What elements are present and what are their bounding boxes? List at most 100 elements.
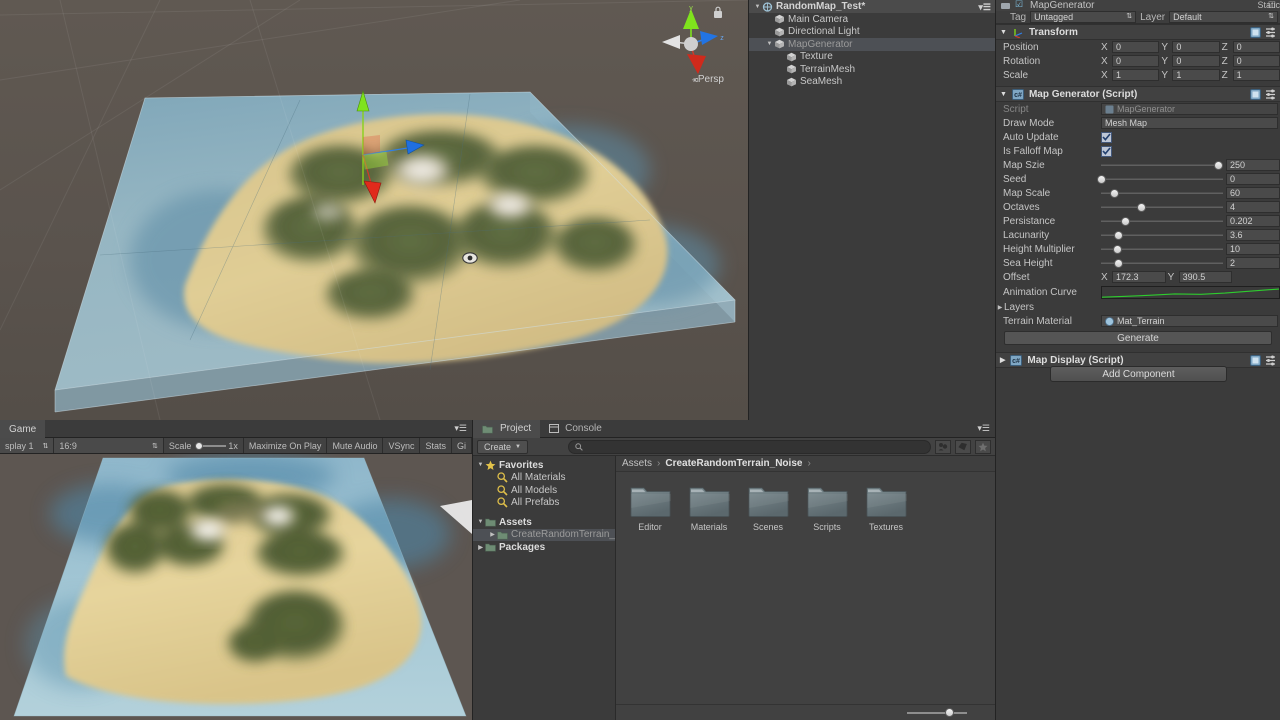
folder-grid[interactable]: Editor Materials Scenes Scripts Textures (616, 472, 995, 532)
maximize-on-play-button[interactable]: Maximize On Play (243, 438, 328, 453)
gizmos-button[interactable]: Gi (452, 438, 472, 453)
transform-component-header[interactable]: ▼ Transform (996, 24, 1280, 40)
chevron-right-icon[interactable]: ▶ (996, 304, 1004, 311)
transform-rotation-row[interactable]: Rotation X 0 Y 0 Z 0 (996, 54, 1280, 68)
lacunarity-slider[interactable] (1101, 229, 1223, 241)
hierarchy-menu-icon[interactable]: ▾☰ (978, 2, 991, 13)
chevron-right-icon[interactable]: ▶ (488, 531, 497, 538)
is-falloff-checkbox[interactable] (1101, 145, 1112, 157)
slider-handle[interactable] (1110, 188, 1120, 198)
offset-x-field[interactable]: 172.3 (1112, 271, 1166, 283)
project-tree-item-assets[interactable]: ▼ Assets (473, 516, 615, 529)
transform-position-z-field[interactable]: 0 (1232, 41, 1280, 53)
game-render-surface[interactable] (0, 454, 472, 720)
transform-position-row[interactable]: Position X 0 Y 0 Z 0 (996, 40, 1280, 54)
slider-handle[interactable] (1214, 160, 1224, 170)
chevron-down-icon[interactable]: ▼ (753, 4, 762, 10)
chevron-right-icon[interactable]: ▶ (476, 544, 485, 551)
generate-button[interactable]: Generate (1004, 331, 1272, 345)
is-falloff-row[interactable]: Is Falloff Map (996, 144, 1280, 158)
game-toolbar[interactable]: splay 1 ⇅ 16:9 ⇅ Scale 1x Maximize On Pl… (0, 438, 472, 454)
transform-scale-x-field[interactable]: 1 (1112, 69, 1160, 81)
hierarchy-item-texture[interactable]: Texture (749, 51, 995, 64)
persistance-slider[interactable] (1101, 215, 1223, 227)
preset-icon[interactable] (1250, 88, 1261, 100)
stats-button[interactable]: Stats (420, 438, 452, 453)
lacunarity-row[interactable]: Lacunarity 3.6 (996, 228, 1280, 242)
draw-mode-dropdown[interactable]: Mesh Map (1101, 117, 1278, 129)
folder-item-textures[interactable]: Textures (866, 484, 907, 532)
height-multiplier-value-field[interactable]: 10 (1226, 243, 1280, 255)
octaves-row[interactable]: Octaves 4 (996, 200, 1280, 214)
folder-item-editor[interactable]: Editor (630, 484, 671, 532)
transform-rotation-y-field[interactable]: 0 (1172, 55, 1220, 67)
layers-row[interactable]: ▶ Layers (996, 300, 1280, 314)
transform-rotation-z-field[interactable]: 0 (1232, 55, 1280, 67)
lock-icon[interactable] (712, 6, 724, 19)
folder-item-scenes[interactable]: Scenes (748, 484, 789, 532)
map-scale-slider[interactable] (1101, 187, 1223, 199)
hierarchy-item-directional-light[interactable]: Directional Light (749, 26, 995, 39)
thumbnail-zoom-slider[interactable] (907, 707, 967, 718)
hierarchy-panel[interactable]: ▼ RandomMap_Test* ▾☰ Main Camera Directio… (748, 0, 995, 420)
slider-handle[interactable] (1112, 244, 1122, 254)
chevron-down-icon[interactable]: ▼ (1000, 91, 1007, 98)
display-dropdown[interactable]: splay 1 ⇅ (0, 438, 55, 453)
game-tab-menu-icon[interactable]: ▾☰ (454, 423, 467, 434)
hierarchy-list[interactable]: Main Camera Directional Light ▼ MapGenerato… (749, 13, 995, 420)
lacunarity-value-field[interactable]: 3.6 (1226, 229, 1280, 241)
project-toolbar[interactable]: Create ▼ (473, 438, 995, 456)
label-filter-icon[interactable] (955, 439, 971, 454)
folder-item-scripts[interactable]: Scripts (807, 484, 848, 532)
project-tab-menu-icon[interactable]: ▾☰ (977, 423, 990, 434)
slider-handle[interactable] (1114, 258, 1124, 268)
breadcrumb-item[interactable]: Assets (622, 458, 652, 469)
folder-item-materials[interactable]: Materials (689, 484, 730, 532)
scale-slider-group[interactable]: Scale 1x (163, 438, 244, 453)
mute-audio-button[interactable]: Mute Audio (327, 438, 384, 453)
terrain-material-field[interactable]: Mat_Terrain (1101, 315, 1278, 327)
eye-icon[interactable] (462, 251, 478, 265)
map-generator-component-header[interactable]: ▼ c# Map Generator (Script) (996, 86, 1280, 102)
type-filter-icon[interactable] (935, 439, 951, 454)
preset-icon[interactable] (1250, 26, 1261, 38)
offset-y-field[interactable]: 390.5 (1178, 271, 1233, 283)
auto-update-row[interactable]: Auto Update (996, 130, 1280, 144)
add-component-button[interactable]: Add Component (1050, 366, 1227, 382)
seed-value-field[interactable]: 0 (1226, 173, 1280, 185)
octaves-value-field[interactable]: 4 (1226, 201, 1280, 213)
draw-mode-row[interactable]: Draw Mode Mesh Map (996, 116, 1280, 130)
transform-gizmo[interactable] (348, 85, 438, 205)
project-content[interactable]: Assets › CreateRandomTerrain_Noise › Editor… (616, 456, 995, 720)
inspector-panel[interactable]: ☑ MapGenerator ☐ Static Tag Untagged ⇅ L… (995, 0, 1280, 720)
chevron-down-icon[interactable]: ▼ (765, 41, 774, 47)
search-input[interactable] (567, 439, 931, 454)
persistance-value-field[interactable]: 0.202 (1226, 215, 1280, 227)
octaves-slider[interactable] (1101, 201, 1223, 213)
hierarchy-item-seamesh[interactable]: SeaMesh (749, 76, 995, 89)
settings-icon[interactable] (1265, 89, 1276, 100)
transform-position-x-field[interactable]: 0 (1112, 41, 1160, 53)
map-generator-sliders[interactable]: Map Szie 250 Seed 0 Map Scale 60 Octaves 4 Persi… (996, 158, 1280, 270)
slider-handle[interactable] (1121, 216, 1131, 226)
project-tree-item-all-prefabs[interactable]: All Prefabs (473, 497, 615, 510)
sea-height-slider[interactable] (1101, 257, 1223, 269)
transform-rows[interactable]: Position X 0 Y 0 Z 0 Rotation X 0 Y 0 Z 0 Scale X 1 Y 1 Z 1 (996, 40, 1280, 82)
sea-height-row[interactable]: Sea Height 2 (996, 256, 1280, 270)
slider-handle[interactable] (1137, 202, 1147, 212)
hierarchy-scene-row[interactable]: ▼ RandomMap_Test* ▾☰ (749, 0, 995, 13)
preset-icon[interactable] (1250, 354, 1261, 366)
game-view[interactable]: Game ▾☰ splay 1 ⇅ 16:9 ⇅ Scale 1x Maximi… (0, 420, 472, 720)
layer-dropdown[interactable]: Default ⇅ (1169, 11, 1278, 23)
tag-layer-row[interactable]: Tag Untagged ⇅ Layer Default ⇅ (996, 11, 1280, 24)
map-scale-value-field[interactable]: 60 (1226, 187, 1280, 199)
scene-view[interactable]: y z x ◅Persp (0, 0, 748, 420)
transform-scale-y-field[interactable]: 1 (1172, 69, 1220, 81)
hierarchy-item-main-camera[interactable]: Main Camera (749, 13, 995, 26)
height-multiplier-slider[interactable] (1101, 243, 1223, 255)
scene-projection-label[interactable]: ◅Persp (692, 74, 724, 85)
transform-rotation-x-field[interactable]: 0 (1112, 55, 1160, 67)
vsync-button[interactable]: VSync (383, 438, 421, 453)
height-multiplier-row[interactable]: Height Multiplier 10 (996, 242, 1280, 256)
hierarchy-item-mapgenerator[interactable]: ▼ MapGenerator (749, 38, 995, 51)
